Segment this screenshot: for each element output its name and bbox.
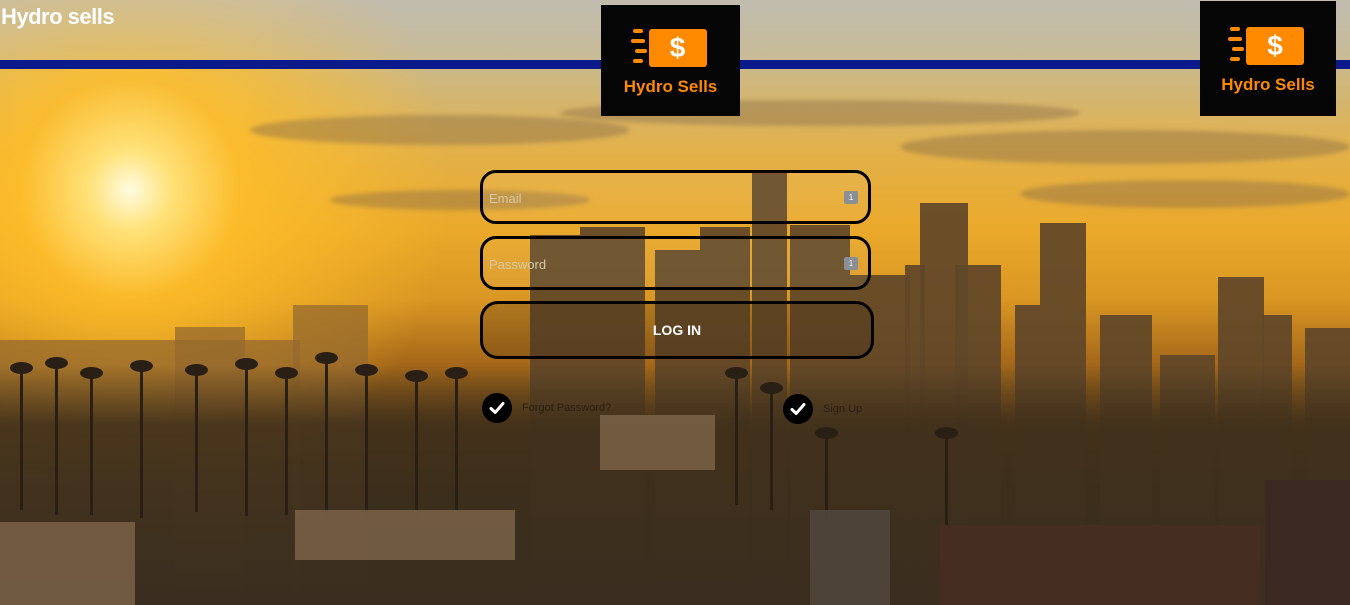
- checkmark-icon: [783, 394, 813, 424]
- password-field[interactable]: 1: [480, 236, 871, 290]
- password-manager-icon[interactable]: 1: [844, 257, 858, 270]
- sign-up-link[interactable]: Sign Up: [783, 394, 862, 424]
- password-manager-badge: 1: [848, 259, 854, 268]
- forgot-password-link[interactable]: Forgot Password?: [482, 393, 611, 423]
- dollar-card-icon: $: [630, 25, 711, 71]
- forgot-password-label: Forgot Password?: [522, 402, 612, 414]
- password-input[interactable]: [487, 239, 841, 289]
- login-button[interactable]: LOG IN: [480, 301, 874, 359]
- dollar-card-icon: $: [1228, 23, 1308, 69]
- app-title: Hydro sells: [1, 4, 115, 29]
- email-input[interactable]: [487, 173, 841, 223]
- password-manager-icon[interactable]: 1: [844, 191, 858, 204]
- hydro-sells-logo-center: $ Hydro Sells: [601, 5, 740, 116]
- password-manager-badge: 1: [848, 193, 854, 202]
- email-field[interactable]: 1: [480, 170, 871, 224]
- sign-up-label: Sign Up: [823, 403, 863, 415]
- logo-text: Hydro Sells: [623, 76, 718, 96]
- hydro-sells-logo-right: $ Hydro Sells: [1200, 1, 1336, 116]
- logo-text: Hydro Sells: [1221, 74, 1315, 94]
- checkmark-icon: [482, 393, 512, 423]
